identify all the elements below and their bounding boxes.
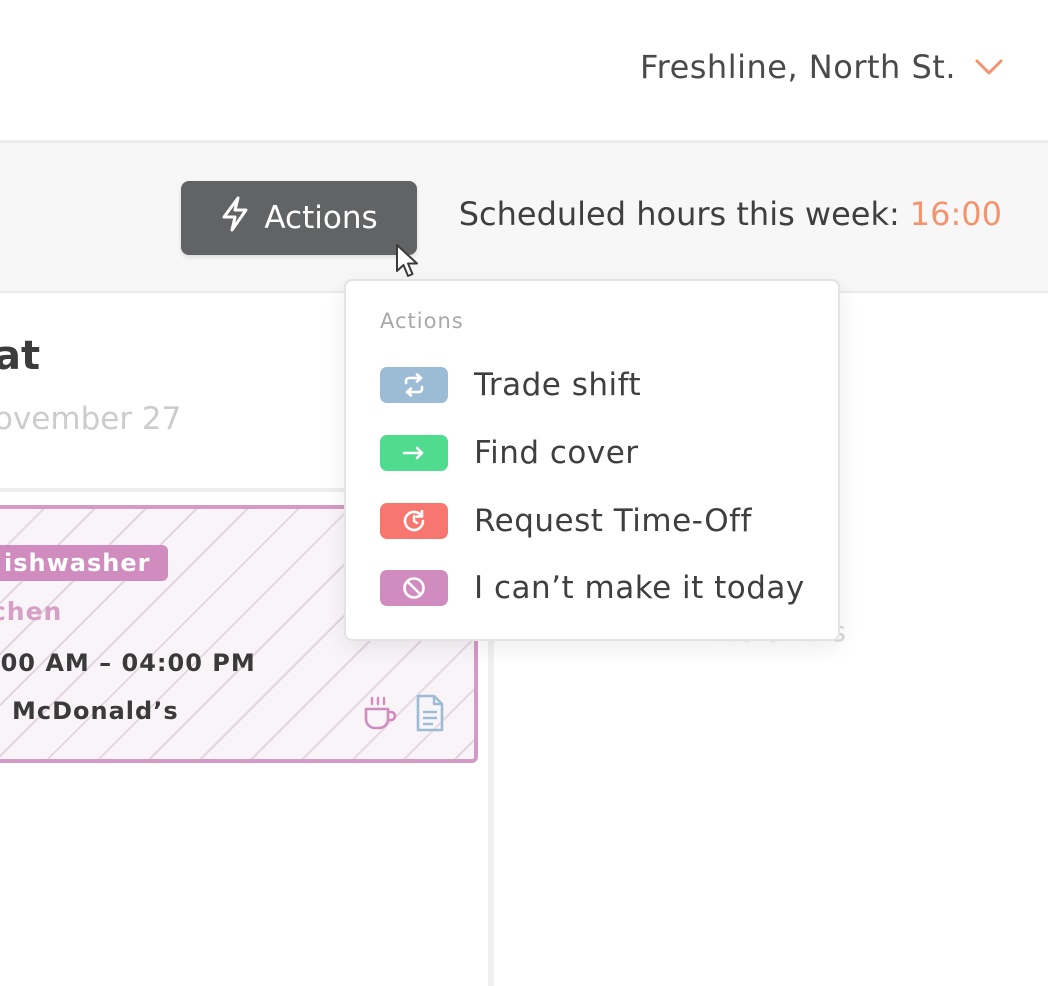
lightning-icon (220, 196, 250, 240)
actions-button-label: Actions (264, 200, 378, 236)
menu-item-label: Trade shift (474, 367, 642, 403)
document-icon[interactable] (414, 693, 446, 737)
coffee-cup-icon[interactable] (360, 693, 400, 737)
arrow-right-icon (380, 435, 448, 471)
actions-dropdown: Actions Trade shift Find cover Request T… (344, 279, 840, 641)
actions-button[interactable]: Actions (181, 181, 417, 255)
role-tag: ishwasher (0, 545, 169, 581)
dropdown-heading: Actions (380, 309, 464, 333)
top-bar: Freshline, North St. (0, 0, 1048, 143)
menu-item-find-cover[interactable]: Find cover (380, 428, 639, 478)
menu-item-label: Request Time-Off (474, 503, 752, 539)
prohibited-icon (380, 570, 448, 606)
chevron-down-icon (974, 57, 1004, 77)
shift-time: :00 AM – 04:00 PM (0, 649, 256, 677)
day-date: ovember 27 (0, 401, 182, 437)
location-label: Freshline, North St. (640, 48, 956, 86)
menu-item-trade-shift[interactable]: Trade shift (380, 360, 641, 410)
shift-location: McDonald’s (12, 697, 179, 725)
menu-item-label: I can’t make it today (474, 570, 805, 606)
menu-item-cant-make-it[interactable]: I can’t make it today (380, 563, 805, 613)
swap-arrows-icon (380, 367, 448, 403)
scheduled-hours-value: 16:00 (909, 195, 1002, 233)
menu-item-label: Find cover (474, 435, 639, 471)
schedule-toolbar: Actions Scheduled hours this week: 16:00 (0, 143, 1048, 293)
scheduled-hours-label: Scheduled hours this week: (458, 195, 900, 233)
clock-refresh-icon (380, 503, 448, 539)
location-selector[interactable]: Freshline, North St. (640, 48, 1004, 86)
mouse-cursor-icon (395, 243, 421, 283)
shift-area: tchen (0, 597, 63, 626)
menu-item-request-time-off[interactable]: Request Time-Off (380, 496, 752, 546)
day-title: at (0, 333, 41, 379)
scheduled-hours: Scheduled hours this week: 16:00 (459, 195, 1002, 233)
